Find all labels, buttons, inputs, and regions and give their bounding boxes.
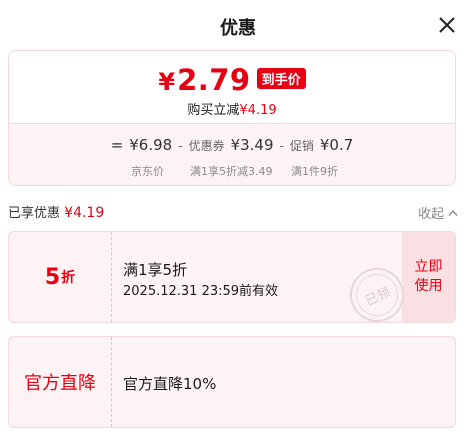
collapse-button[interactable]: 收起 <box>418 203 458 222</box>
coupon-validity: 2025.12.31 23:59前有效 <box>123 284 279 299</box>
dialog-header: 优惠 <box>0 0 476 50</box>
base-price: ¥6.98 <box>129 136 173 154</box>
discount-number: 5 <box>44 264 61 290</box>
price-breakdown: = ¥6.98 - 优惠券 ¥3.49 - 促销 ¥0.7 京东价 满1享5折减… <box>9 123 455 185</box>
coupon-title: 满1享5折 <box>123 261 188 279</box>
promo-label: 促销 <box>289 139 314 153</box>
collapse-label: 收起 <box>417 207 444 222</box>
price-formula: = ¥6.98 - 优惠券 ¥3.49 - 促销 ¥0.7 <box>9 136 455 154</box>
official-discount-body: 官方直降10% <box>123 337 399 427</box>
equals-sign: = <box>110 136 124 154</box>
close-icon[interactable] <box>438 16 456 34</box>
minus-sign: - <box>178 139 183 153</box>
use-now-button[interactable]: 立即 使用 <box>402 232 455 322</box>
instant-discount-amount: ¥4.19 <box>239 103 277 118</box>
instant-discount-label: 购买立减 <box>187 103 240 118</box>
official-discount-title: 官方直降10% <box>123 375 217 393</box>
enjoyed-label: 已享优惠 <box>8 206 61 221</box>
official-discount-card: 官方直降 官方直降10% <box>8 336 456 428</box>
dialog-title: 优惠 <box>220 18 256 39</box>
price-summary-card: ¥ 2.79 到手价 购买立减¥4.19 = ¥6.98 - 优惠券 ¥3.49… <box>8 50 456 186</box>
minus-sign: - <box>279 139 284 153</box>
final-price-section: ¥ 2.79 到手价 购买立减¥4.19 <box>9 51 455 123</box>
instant-discount-line: 购买立减¥4.19 <box>9 99 455 118</box>
coupon-value: ¥3.49 <box>230 136 274 154</box>
chevron-up-icon <box>448 209 458 216</box>
coupon-discount: 5折 <box>9 232 111 322</box>
enjoyed-amount: ¥4.19 <box>64 205 105 221</box>
enjoyed-discount: 已享优惠 ¥4.19 <box>8 202 104 221</box>
official-discount-label: 官方直降 <box>24 373 96 394</box>
claimed-stamp-text: 已领 <box>362 284 393 309</box>
dashed-divider <box>111 337 112 427</box>
use-now-line2: 使用 <box>414 278 443 294</box>
coupon-label: 优惠券 <box>188 139 225 153</box>
use-now-line1: 立即 <box>414 259 443 275</box>
dashed-divider <box>111 232 112 322</box>
final-price: ¥ 2.79 到手价 <box>9 63 455 97</box>
final-price-tag: 到手价 <box>256 68 306 89</box>
promo-value: ¥0.7 <box>319 136 354 154</box>
base-price-caption: 京东价 <box>131 165 164 178</box>
discount-unit: 折 <box>61 270 76 286</box>
final-price-amount: 2.79 <box>177 63 251 97</box>
currency-symbol: ¥ <box>158 68 176 96</box>
promo-caption: 满1件9折 <box>291 165 338 178</box>
coupon-caption: 满1享5折减3.49 <box>190 165 273 178</box>
